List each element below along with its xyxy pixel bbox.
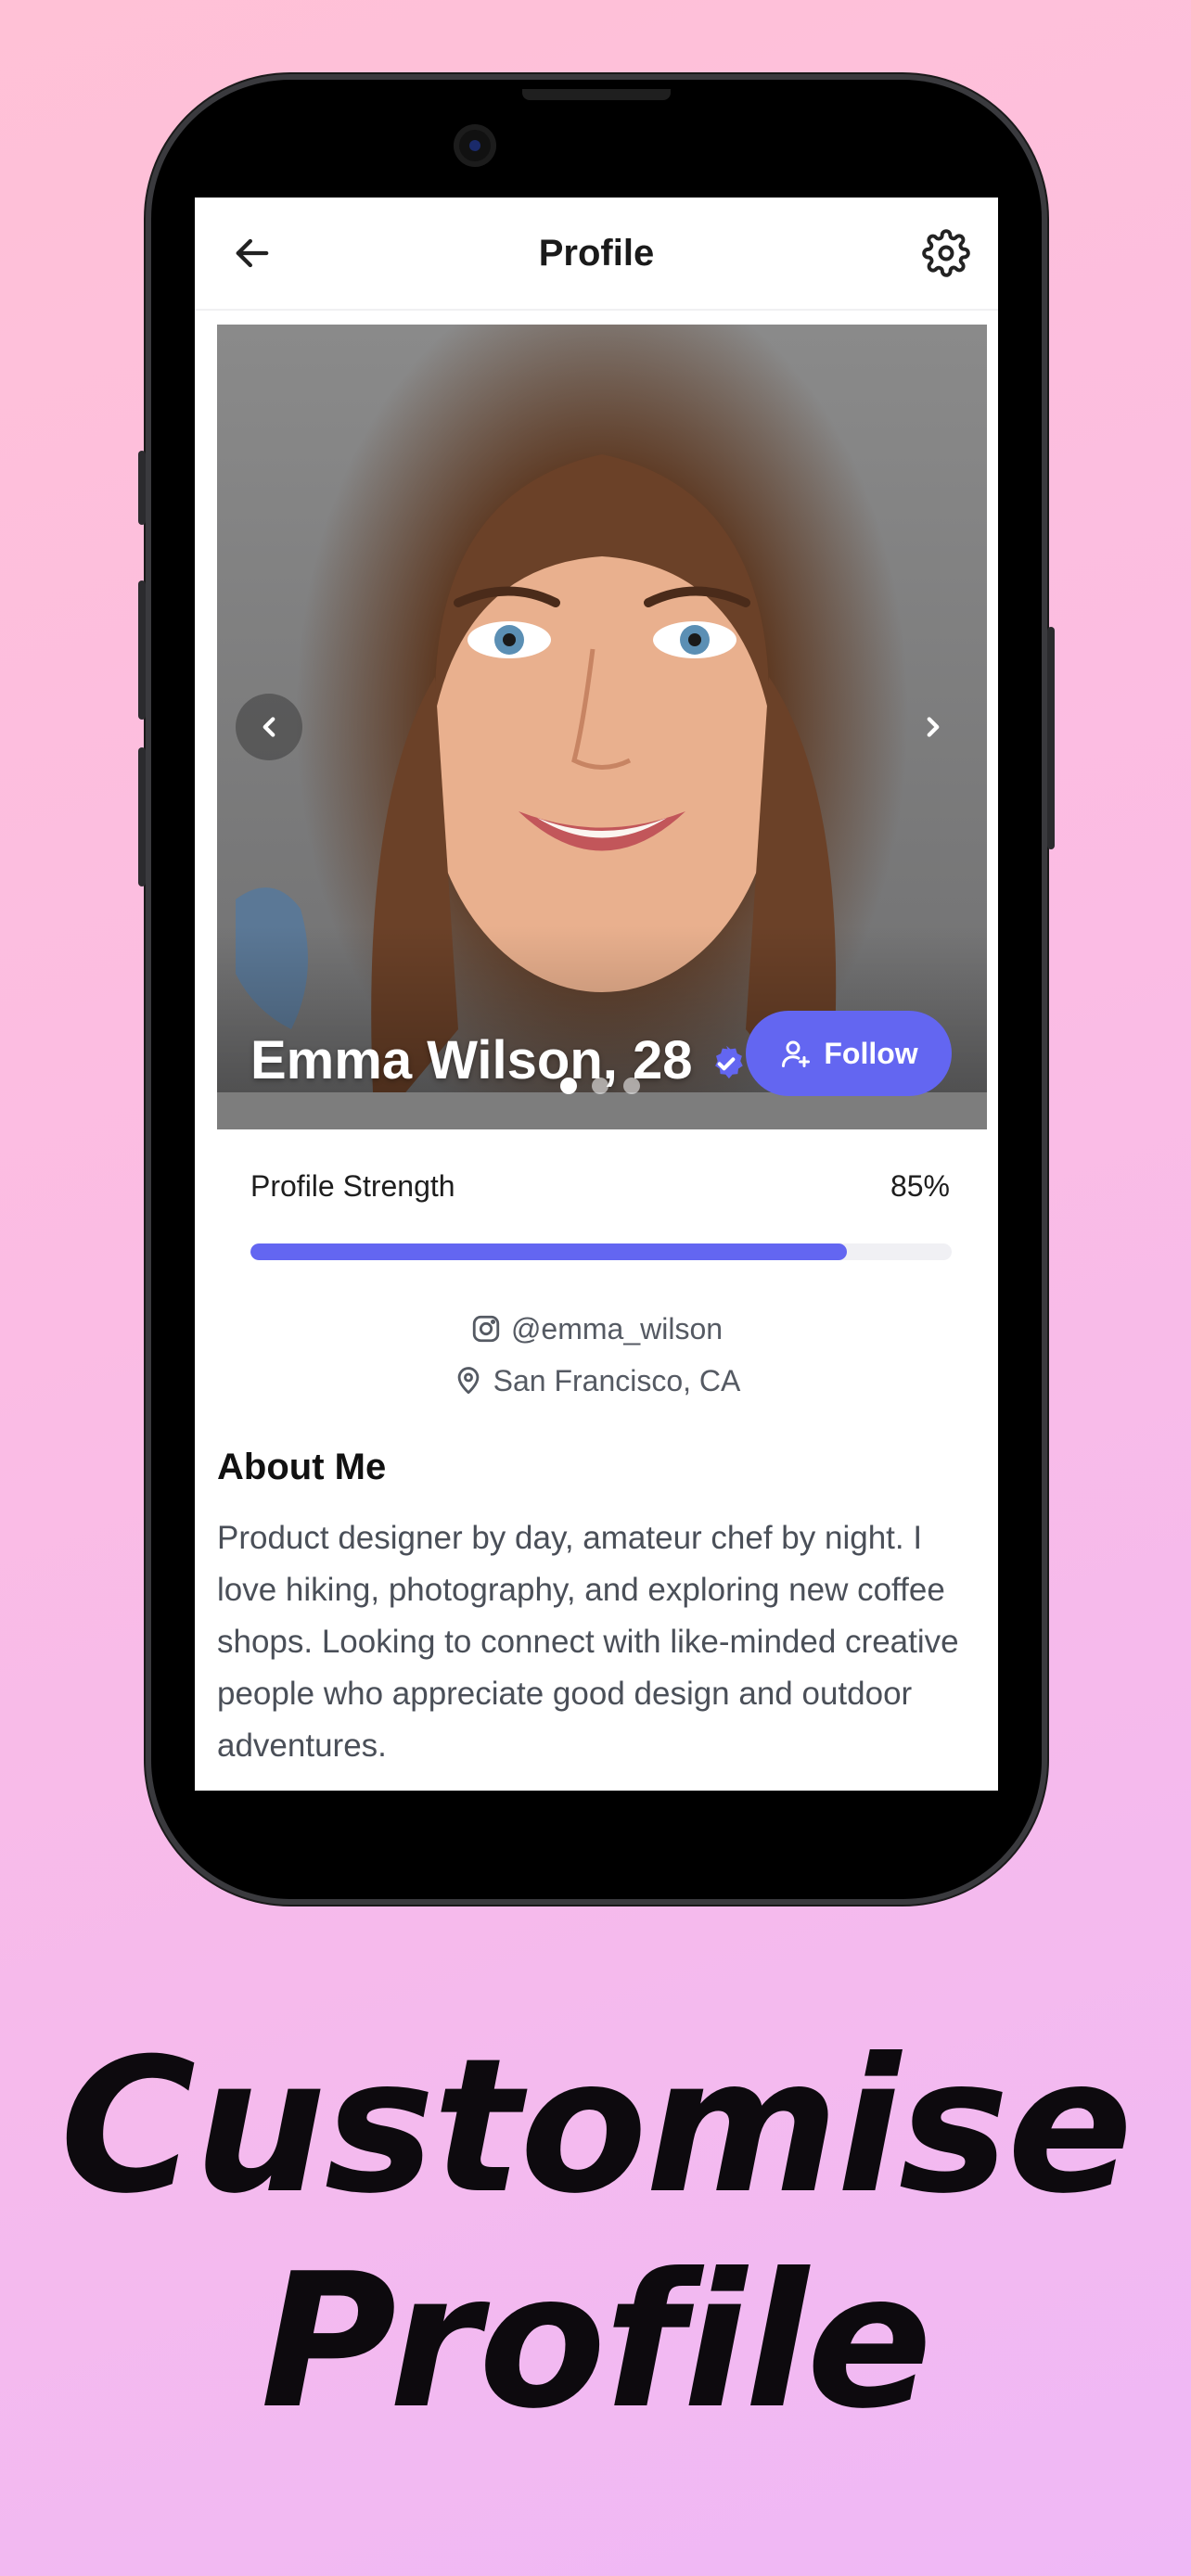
photo-dot-3[interactable] (623, 1078, 640, 1094)
photo-dot-1[interactable] (560, 1078, 577, 1094)
follow-button[interactable]: Follow (746, 1011, 952, 1096)
location-row: San Francisco, CA (195, 1362, 998, 1399)
profile-strength-value: 85% (890, 1169, 950, 1203)
phone-volume-down (138, 747, 146, 886)
phone-volume-up (138, 580, 146, 720)
follow-button-label: Follow (824, 1036, 918, 1070)
next-photo-button[interactable] (900, 694, 967, 760)
marketing-headline: Customise Profile (0, 2020, 1191, 2450)
photo-pagination (560, 1078, 640, 1094)
app-screen: Profile Emma Wilson, 28 Follow Profile S… (195, 198, 998, 1791)
instagram-row[interactable]: @emma_wilson (195, 1310, 998, 1347)
phone-power-button (1047, 627, 1055, 849)
photo-dot-2[interactable] (592, 1078, 608, 1094)
gear-icon (922, 229, 970, 277)
profile-strength-fill (250, 1243, 847, 1260)
profile-strength-label: Profile Strength (250, 1169, 455, 1203)
headline-line-2: Profile (260, 2234, 932, 2450)
page-title: Profile (538, 233, 655, 274)
instagram-handle: @emma_wilson (510, 1312, 724, 1345)
front-camera (454, 124, 496, 167)
photo-bottom-strip (217, 1092, 987, 1129)
about-me-text: Product designer by day, amateur chef by… (217, 1520, 959, 1764)
about-me-heading: About Me (217, 1447, 387, 1487)
phone-mute-switch (138, 451, 146, 525)
chevron-right-icon (927, 717, 940, 737)
headline-line-1: Customise (59, 2019, 1133, 2235)
profile-strength-bar (250, 1243, 952, 1260)
add-user-icon (782, 1040, 811, 1067)
location-text: San Francisco, CA (493, 1364, 741, 1397)
name-row: Emma Wilson, 28 (250, 1029, 747, 1091)
profile-photo[interactable]: Emma Wilson, 28 Follow (217, 325, 987, 1129)
settings-button[interactable] (922, 229, 970, 277)
chevron-left-icon (263, 717, 275, 737)
phone-speaker (522, 89, 671, 100)
verified-badge-icon (714, 1045, 743, 1078)
instagram-icon (472, 1315, 500, 1343)
top-bar: Profile (195, 198, 998, 311)
previous-photo-button[interactable] (236, 694, 302, 760)
map-pin-icon (457, 1367, 479, 1395)
phone-frame: Profile Emma Wilson, 28 Follow Profile S… (138, 80, 1055, 1899)
